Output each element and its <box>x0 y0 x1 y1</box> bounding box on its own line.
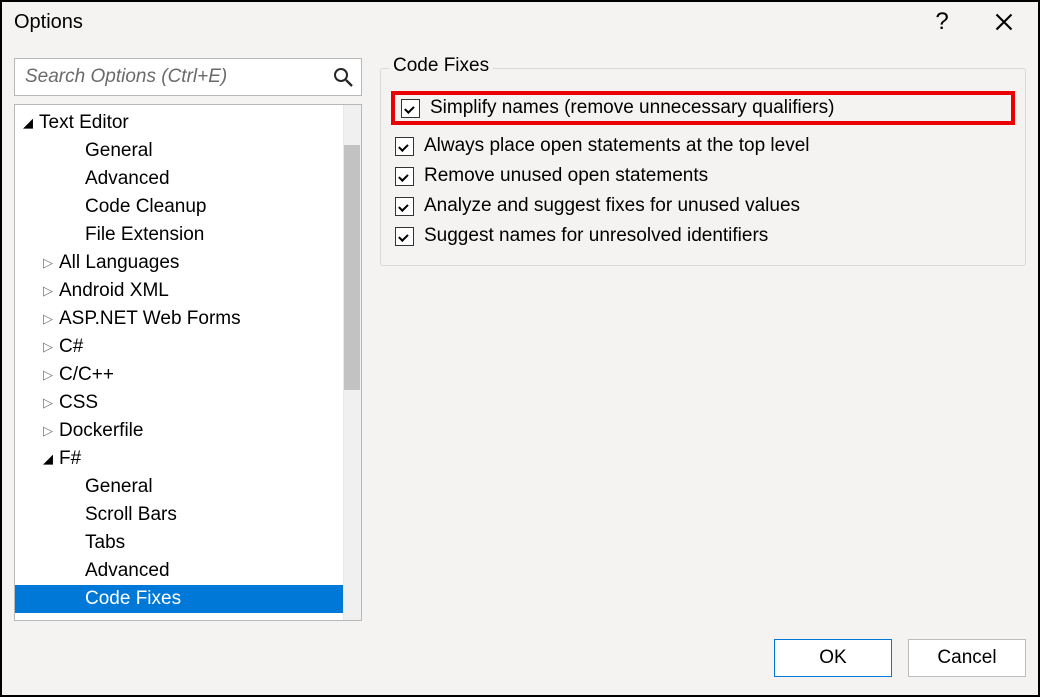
code-fixes-group: Code Fixes Simplify names (remove unnece… <box>380 68 1026 266</box>
checkbox-label: Analyze and suggest fixes for unused val… <box>424 195 800 217</box>
dialog-footer: OK Cancel <box>2 621 1038 695</box>
search-box[interactable] <box>14 58 362 96</box>
checkbox-row: Always place open statements at the top … <box>395 131 1011 161</box>
right-column: Code Fixes Simplify names (remove unnece… <box>380 58 1026 621</box>
tree-item-label: Code Fixes <box>85 588 181 610</box>
tree-item[interactable]: ▷All Languages <box>15 249 343 277</box>
group-legend: Code Fixes <box>389 55 493 77</box>
expander-closed-icon[interactable]: ▷ <box>41 395 55 411</box>
checkbox[interactable] <box>395 197 414 216</box>
checkbox-row: Analyze and suggest fixes for unused val… <box>395 191 1011 221</box>
window-title: Options <box>14 11 924 34</box>
tree-item[interactable]: File Extension <box>15 221 343 249</box>
tree-item-label: Advanced <box>85 560 170 582</box>
tree-item-label: Scroll Bars <box>85 504 177 526</box>
tree-item-label: Tabs <box>85 532 125 554</box>
options-dialog: Options ? ◢ Text Editor <box>2 2 1038 695</box>
search-input[interactable] <box>23 59 325 95</box>
options-tree: ◢ Text Editor General Advanced Code Cleanu… <box>14 104 362 621</box>
checkbox[interactable] <box>401 99 420 118</box>
help-button[interactable]: ? <box>924 10 960 34</box>
checkbox-row: Suggest names for unresolved identifiers <box>395 221 1011 251</box>
dialog-body: ◢ Text Editor General Advanced Code Cleanu… <box>2 42 1038 621</box>
window-buttons: ? <box>924 10 1030 34</box>
tree-item-label: C# <box>59 336 83 358</box>
tree-item[interactable]: General <box>15 137 343 165</box>
tree-item-label: General <box>85 476 153 498</box>
ok-button[interactable]: OK <box>774 639 892 677</box>
expander-closed-icon[interactable]: ▷ <box>41 311 55 327</box>
tree-item[interactable]: Advanced <box>15 165 343 193</box>
tree-item[interactable]: Scroll Bars <box>15 501 343 529</box>
cancel-button[interactable]: Cancel <box>908 639 1026 677</box>
left-column: ◢ Text Editor General Advanced Code Cleanu… <box>14 58 362 621</box>
tree-item[interactable]: Advanced <box>15 557 343 585</box>
tree-item[interactable]: Code Cleanup <box>15 193 343 221</box>
close-icon <box>995 13 1013 31</box>
expander-closed-icon[interactable]: ▷ <box>41 339 55 355</box>
expander-closed-icon[interactable]: ▷ <box>41 255 55 271</box>
expander-open-icon[interactable]: ◢ <box>41 451 55 467</box>
tree-root[interactable]: ◢ Text Editor <box>15 109 343 137</box>
close-button[interactable] <box>986 13 1022 31</box>
tree-item[interactable]: General <box>15 473 343 501</box>
tree-item-label: All Languages <box>59 252 179 274</box>
search-icon <box>333 67 353 87</box>
tree-item[interactable]: ▷CSS <box>15 389 343 417</box>
checkbox-list: Simplify names (remove unnecessary quali… <box>395 91 1011 251</box>
tree-item-label: Advanced <box>85 168 170 190</box>
expander-closed-icon[interactable]: ▷ <box>41 283 55 299</box>
tree-items: ◢ Text Editor General Advanced Code Cleanu… <box>15 105 343 620</box>
tree-item-label: ASP.NET Web Forms <box>59 308 241 330</box>
tree-item[interactable]: ▷Dockerfile <box>15 417 343 445</box>
tree-item[interactable]: Code Fixes <box>15 585 343 613</box>
checkbox-row: Remove unused open statements <box>395 161 1011 191</box>
tree-item-label: CSS <box>59 392 98 414</box>
tree-item[interactable]: ▷C/C++ <box>15 361 343 389</box>
tree-item-label: Text Editor <box>39 112 129 134</box>
tree-item[interactable]: Tabs <box>15 529 343 557</box>
checkbox[interactable] <box>395 137 414 156</box>
tree-item-label: Dockerfile <box>59 420 143 442</box>
highlighted-option: Simplify names (remove unnecessary quali… <box>391 91 1015 125</box>
checkbox-label: Simplify names (remove unnecessary quali… <box>430 97 834 119</box>
checkbox-label: Always place open statements at the top … <box>424 135 810 157</box>
checkbox-label: Suggest names for unresolved identifiers <box>424 225 768 247</box>
tree-item-label: General <box>85 140 153 162</box>
tree-item-label: Code Cleanup <box>85 196 206 218</box>
checkbox[interactable] <box>395 167 414 186</box>
tree-item-label: File Extension <box>85 224 204 246</box>
checkbox-label: Remove unused open statements <box>424 165 708 187</box>
tree-item[interactable]: ▷ASP.NET Web Forms <box>15 305 343 333</box>
scrollbar-thumb[interactable] <box>344 145 360 390</box>
tree-item-label: F# <box>59 448 81 470</box>
tree-item[interactable]: ◢F# <box>15 445 343 473</box>
tree-item[interactable]: ▷Android XML <box>15 277 343 305</box>
expander-closed-icon[interactable]: ▷ <box>41 367 55 383</box>
tree-item[interactable]: ▷C# <box>15 333 343 361</box>
tree-item-label: C/C++ <box>59 364 114 386</box>
scrollbar[interactable] <box>343 105 361 620</box>
expander-open-icon[interactable]: ◢ <box>21 115 35 131</box>
tree-item-label: Android XML <box>59 280 169 302</box>
titlebar: Options ? <box>2 2 1038 42</box>
checkbox[interactable] <box>395 227 414 246</box>
expander-closed-icon[interactable]: ▷ <box>41 423 55 439</box>
